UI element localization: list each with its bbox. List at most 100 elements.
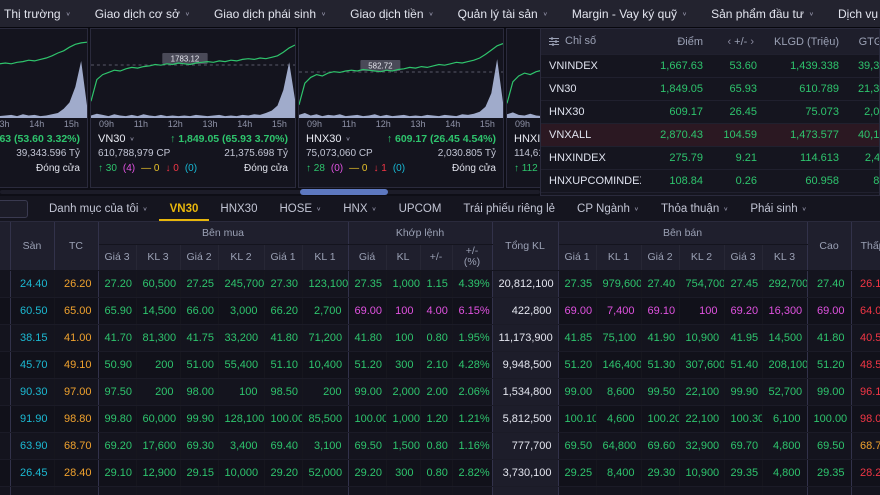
cell-ask3-vol[interactable]: 6,100 — [762, 405, 807, 432]
tab-vn30[interactable]: VN30 — [159, 196, 210, 221]
cell-ref-price[interactable]: 49.10 — [54, 351, 98, 378]
cell-ask3-vol[interactable]: 292,700 — [762, 270, 807, 297]
cell-change-pct[interactable]: 1.16% — [452, 432, 492, 459]
cell-ask3-vol[interactable]: 4,800 — [762, 432, 807, 459]
cell-ask1-vol[interactable]: 8,400 — [596, 459, 641, 486]
page-right-icon[interactable]: › — [750, 36, 754, 48]
cell-bid1-vol[interactable]: 85,500 — [302, 405, 348, 432]
cell-bid2-price[interactable]: 69.30 — [180, 432, 218, 459]
cell-match-vol[interactable]: 500 — [386, 486, 420, 495]
cell-bid2-price[interactable]: 66.00 — [180, 297, 218, 324]
cell-ask2-vol[interactable]: 10,900 — [679, 459, 724, 486]
cell-bid1-price[interactable]: 98.50 — [264, 378, 302, 405]
cell-match-price[interactable]: 51.20 — [348, 351, 386, 378]
cell-ask1-vol[interactable]: 4,600 — [596, 405, 641, 432]
cell-total-vol[interactable]: 3,730,100 — [492, 459, 558, 486]
cell-bid1-price[interactable]: 51.10 — [264, 351, 302, 378]
cell-match-vol[interactable]: 1,500 — [386, 432, 420, 459]
cell-ask3-vol[interactable]: 4,800 — [762, 459, 807, 486]
cell-floor-price[interactable]: 26.45 — [10, 459, 54, 486]
cell-ask2-price[interactable]: 23.30 — [641, 486, 679, 495]
cell-ask1-vol[interactable]: 15,600 — [596, 486, 641, 495]
tab-hnx[interactable]: HNX∨ — [332, 196, 387, 221]
index-row-hnxindex[interactable]: HNXINDEX275.799.21114.6132,494.115 — [541, 147, 879, 170]
cell-bid3-price[interactable]: 97.50 — [98, 378, 136, 405]
cell-ask3-price[interactable]: 41.95 — [724, 324, 762, 351]
cell-match-vol[interactable]: 2,000 — [386, 378, 420, 405]
cell-low[interactable]: 48.50 — [851, 351, 880, 378]
cell-match-price[interactable]: 27.35 — [348, 270, 386, 297]
cell-bid3-vol[interactable]: 5,200 — [136, 486, 180, 495]
cell-bid2-vol[interactable]: 100 — [218, 378, 264, 405]
cell-bid3-vol[interactable]: 60,000 — [136, 405, 180, 432]
cell-total-vol[interactable]: 422,800 — [492, 297, 558, 324]
cell-change-pct[interactable]: 1.75% — [452, 486, 492, 495]
menu-item-6[interactable]: Sản phẩm đầu tư∨ — [711, 7, 814, 21]
cell-ask2-vol[interactable]: 307,600 — [679, 351, 724, 378]
cell-match-price[interactable]: 69.50 — [348, 432, 386, 459]
cell-match-price[interactable]: 23.25 — [348, 486, 386, 495]
tab-hose[interactable]: HOSE∨ — [268, 196, 332, 221]
cell-high[interactable]: 99.00 — [807, 378, 851, 405]
cell-ref-price[interactable]: 41.00 — [54, 324, 98, 351]
table-row[interactable]: 38.1541.0041.7081,30041.7533,20041.8071,… — [0, 324, 880, 351]
cell-ask2-vol[interactable]: 22,100 — [679, 405, 724, 432]
cell-floor-price[interactable]: 45.70 — [10, 351, 54, 378]
cell-bid2-vol[interactable]: 8,100 — [218, 486, 264, 495]
cell-change-pct[interactable]: 4.39% — [452, 270, 492, 297]
menu-item-7[interactable]: Dịch vụ & Tiện ích∨ — [838, 7, 880, 21]
cell-ask3-vol[interactable]: 208,100 — [762, 351, 807, 378]
cell-floor-price[interactable]: 63.90 — [10, 432, 54, 459]
cell-bid3-price[interactable]: 50.90 — [98, 351, 136, 378]
cell-ask2-vol[interactable]: 10,900 — [679, 324, 724, 351]
cell-ask2-price[interactable]: 99.50 — [641, 378, 679, 405]
tab-upcom[interactable]: UPCOM — [388, 196, 453, 221]
table-row[interactable]: 45.7049.1050.9020051.0055,40051.1010,400… — [0, 351, 880, 378]
cell-change[interactable]: 0.40 — [420, 486, 452, 495]
cell-bid2-price[interactable]: 41.75 — [180, 324, 218, 351]
cell-ask1-vol[interactable]: 979,600 — [596, 270, 641, 297]
index-name-dropdown[interactable]: HNXINDEX∨ — [514, 133, 540, 145]
cell-change-pct[interactable]: 4.28% — [452, 351, 492, 378]
cell-bid1-vol[interactable]: 3,100 — [302, 432, 348, 459]
cell-floor-price[interactable]: 91.90 — [10, 405, 54, 432]
cell-match-price[interactable]: 69.00 — [348, 297, 386, 324]
cell-ask2-vol[interactable]: 32,900 — [679, 432, 724, 459]
cell-bid3-vol[interactable]: 17,600 — [136, 432, 180, 459]
cell-bid2-vol[interactable]: 55,400 — [218, 351, 264, 378]
cell-bid3-price[interactable]: 69.20 — [98, 432, 136, 459]
cell-floor-price[interactable]: 21.25 — [10, 486, 54, 495]
cell-bid3-price[interactable]: 65.90 — [98, 297, 136, 324]
cell-ask1-price[interactable]: 51.20 — [558, 351, 596, 378]
cell-ask2-vol[interactable]: 754,700 — [679, 270, 724, 297]
index-row-hnxupcomindex[interactable]: HNXUPCOMINDEX108.840.2660.958871.069 — [541, 170, 879, 193]
cell-bid1-price[interactable]: 100.00 — [264, 405, 302, 432]
cell-match-vol[interactable]: 300 — [386, 459, 420, 486]
cell-ask3-price[interactable]: 29.35 — [724, 459, 762, 486]
tab-hnx30[interactable]: HNX30 — [209, 196, 268, 221]
cell-bid1-price[interactable]: 69.40 — [264, 432, 302, 459]
cell-ask3-price[interactable]: 23.35 — [724, 486, 762, 495]
tab-th-a-thu-n[interactable]: Thỏa thuận∨ — [650, 196, 739, 221]
cell-floor-price[interactable]: 38.15 — [10, 324, 54, 351]
cell-bid2-vol[interactable]: 3,000 — [218, 297, 264, 324]
cell-match-price[interactable]: 99.00 — [348, 378, 386, 405]
cell-bid1-price[interactable]: 41.80 — [264, 324, 302, 351]
cell-bid3-vol[interactable]: 12,900 — [136, 459, 180, 486]
cell-low[interactable]: 28.25 — [851, 459, 880, 486]
cell-high[interactable]: 23.30 — [807, 486, 851, 495]
cell-high[interactable]: 69.50 — [807, 432, 851, 459]
index-header-2[interactable]: ‹+/-› — [711, 36, 765, 48]
cell-low[interactable]: 22.60 — [851, 486, 880, 495]
cell-bid1-vol[interactable]: 12,400 — [302, 486, 348, 495]
cell-ask2-price[interactable]: 51.30 — [641, 351, 679, 378]
cell-ask1-price[interactable]: 99.00 — [558, 378, 596, 405]
index-name-dropdown[interactable]: VN30∨ — [98, 133, 135, 145]
cell-ask2-price[interactable]: 69.10 — [641, 297, 679, 324]
cell-total-vol[interactable]: 2,104,300 — [492, 486, 558, 495]
menu-item-1[interactable]: Giao dịch cơ sở∨ — [95, 7, 190, 21]
index-row-vnxall[interactable]: VNXALL2,870.43104.591,473.57740,140.662 — [541, 124, 879, 147]
tab-danh-m-c-c-a-t-i[interactable]: Danh mục của tôi∨ — [38, 196, 159, 221]
cell-change[interactable]: 2.00 — [420, 378, 452, 405]
cell-low[interactable]: 96.10 — [851, 378, 880, 405]
